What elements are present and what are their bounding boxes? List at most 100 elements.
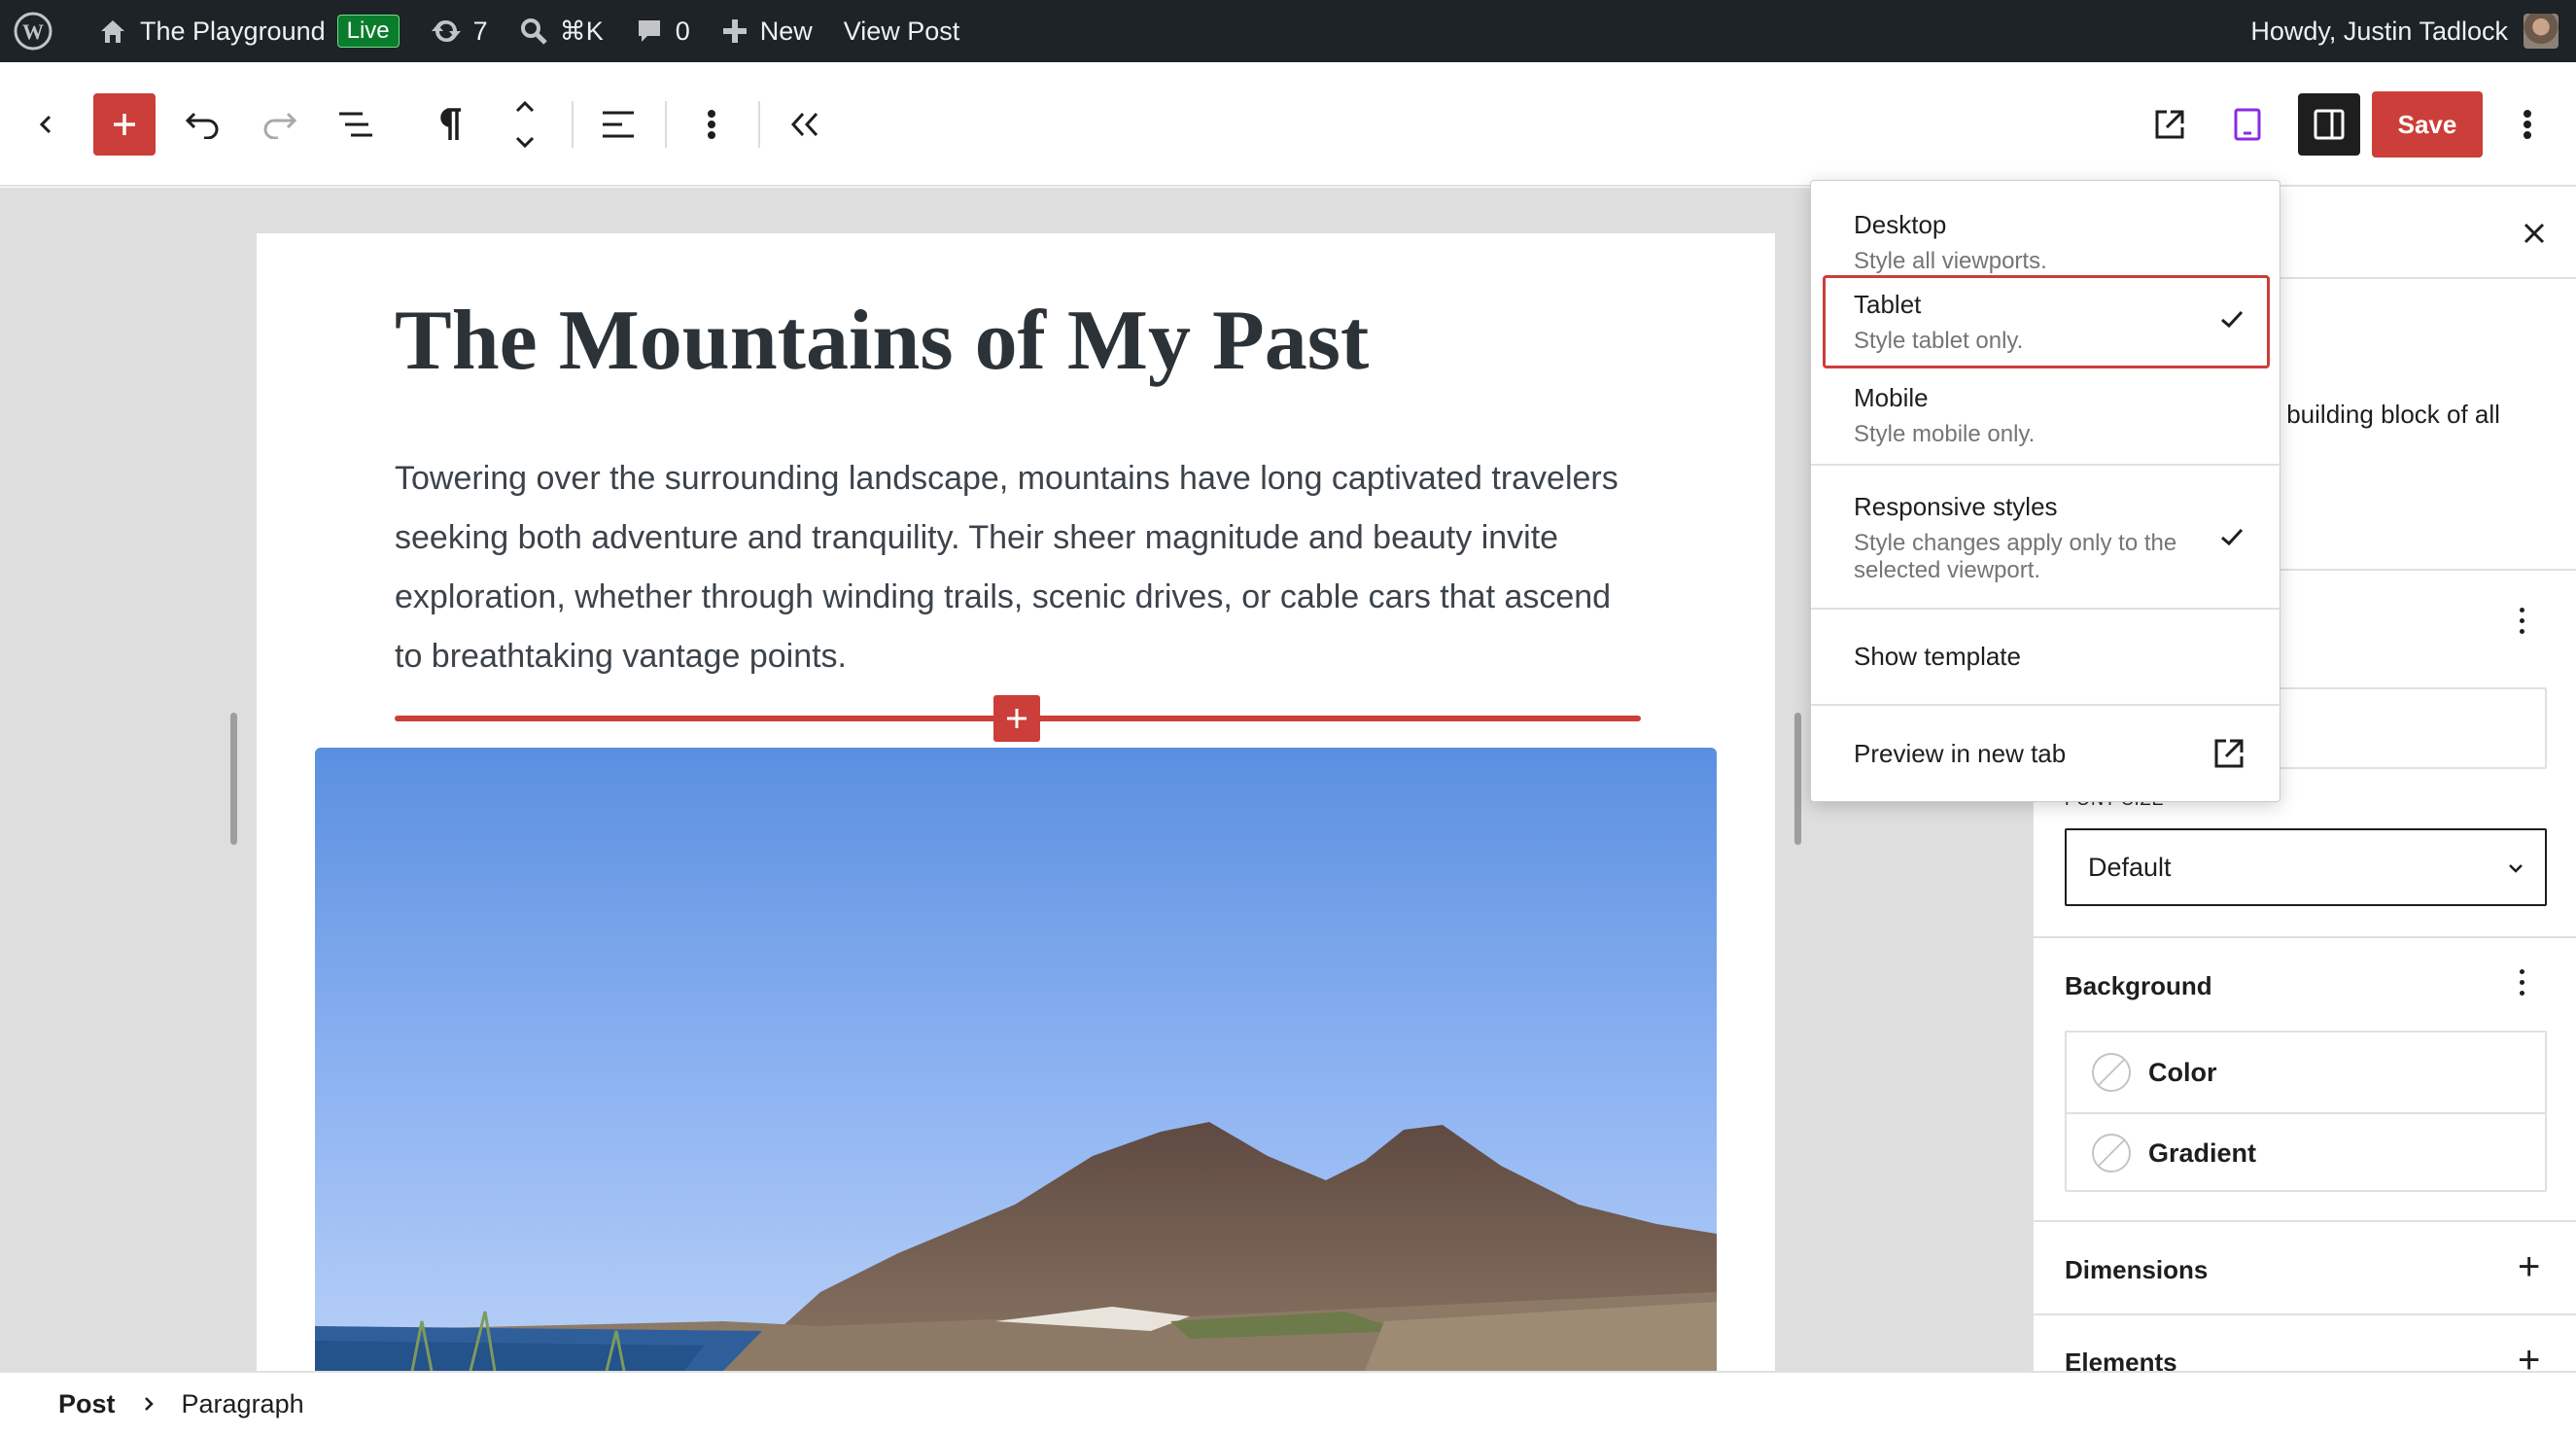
block-breadcrumb: Post Paragraph	[0, 1371, 2576, 1435]
options-menu-button[interactable]	[2508, 101, 2547, 148]
menu-divider	[1811, 464, 2281, 466]
background-gradient-item[interactable]: Gradient	[2067, 1112, 2545, 1192]
block-inserter-button[interactable]	[93, 93, 156, 156]
responsive-label: Responsive styles	[1854, 492, 2058, 521]
font-size-select[interactable]: Default	[2065, 828, 2547, 906]
background-options-list: Color Gradient	[2065, 1031, 2547, 1192]
breadcrumb-paragraph[interactable]: Paragraph	[182, 1389, 304, 1419]
menu-item-tablet[interactable]: Tablet Style tablet only.	[1823, 275, 2270, 368]
external-link-icon	[2155, 110, 2184, 139]
collapse-toolbar-button[interactable]	[782, 101, 828, 148]
my-account-link[interactable]: Howdy, Justin Tadlock	[2250, 0, 2576, 62]
plus-icon	[114, 114, 135, 135]
menu-item-responsive-styles[interactable]: Responsive styles Style changes apply on…	[1823, 482, 2270, 589]
account-greeting: Howdy, Justin Tadlock	[2250, 16, 2508, 46]
menu-divider	[1811, 608, 2281, 610]
plus-icon	[1007, 709, 1027, 728]
view-post-button[interactable]	[2146, 101, 2193, 148]
tablet-icon	[2234, 108, 2261, 141]
site-name-link[interactable]: The Playground Live	[68, 0, 415, 62]
view-post-link[interactable]: View Post	[828, 0, 976, 62]
desktop-description: Style all viewports.	[1854, 248, 2047, 274]
pilcrow-icon	[440, 108, 461, 140]
chevron-down-icon	[2509, 864, 2523, 873]
post-title[interactable]: The Mountains of My Past	[395, 292, 1369, 390]
wordpress-icon: W	[14, 12, 52, 51]
resize-handle-right[interactable]	[1794, 713, 1801, 845]
background-heading: Background	[2065, 971, 2212, 1000]
empty-swatch-icon	[2092, 1053, 2131, 1092]
command-palette-link[interactable]: ⌘K	[504, 0, 619, 62]
mountain-photo	[315, 748, 1717, 1371]
redo-icon	[263, 112, 297, 139]
menu-item-show-template[interactable]: Show template	[1823, 626, 2270, 688]
font-size-value: Default	[2088, 852, 2172, 882]
checkmark-icon	[2221, 310, 2244, 329]
wordpress-logo-button[interactable]: W	[0, 0, 68, 62]
toolbar-divider	[665, 101, 667, 148]
device-preview-menu: Desktop Style all viewports. Tablet Styl…	[1810, 180, 2281, 802]
background-options-icon[interactable]	[2520, 969, 2527, 1001]
save-button[interactable]: Save	[2372, 91, 2483, 158]
dimensions-heading[interactable]: Dimensions	[2065, 1255, 2208, 1285]
panel-divider	[2034, 1220, 2576, 1222]
show-template-label: Show template	[1854, 642, 2021, 671]
align-button[interactable]	[595, 101, 642, 148]
editor-canvas: The Mountains of My Past Towering over t…	[0, 188, 2032, 1371]
resize-handle-left[interactable]	[230, 713, 237, 845]
background-gradient-label: Gradient	[2148, 1138, 2257, 1168]
comments-link[interactable]: 0	[619, 0, 706, 62]
toolbar-divider	[758, 101, 760, 148]
svg-text:W: W	[22, 19, 44, 44]
menu-item-desktop[interactable]: Desktop Style all viewports.	[1823, 200, 2270, 274]
background-color-item[interactable]: Color	[2067, 1032, 2545, 1112]
settings-sidebar-toggle[interactable]	[2298, 93, 2360, 156]
empty-swatch-icon	[2092, 1134, 2131, 1172]
updates-link[interactable]: 7	[415, 0, 504, 62]
elements-heading[interactable]: Elements	[2065, 1348, 2177, 1371]
search-shortcut: ⌘K	[559, 16, 604, 46]
device-preview-button[interactable]	[2224, 101, 2271, 148]
new-label: New	[759, 16, 813, 46]
view-post-label: View Post	[843, 16, 960, 46]
checkmark-icon	[2221, 528, 2244, 546]
post-page: The Mountains of My Past Towering over t…	[257, 233, 1775, 1371]
image-block[interactable]	[315, 748, 1717, 1371]
responsive-description: Style changes apply only to the selected…	[1854, 530, 2177, 583]
site-name: The Playground	[140, 16, 326, 46]
kebab-icon	[2524, 110, 2531, 139]
dimensions-add-icon[interactable]: +	[2518, 1247, 2540, 1286]
chevron-double-left-icon	[790, 112, 818, 137]
new-content-link[interactable]: New	[706, 0, 828, 62]
menu-item-preview-new-tab[interactable]: Preview in new tab	[1823, 723, 2270, 786]
live-badge: Live	[336, 15, 400, 48]
comment-icon	[638, 20, 660, 42]
paragraph-block[interactable]: Towering over the surrounding landscape,…	[395, 449, 1641, 686]
comments-count: 0	[675, 16, 690, 46]
back-button[interactable]	[23, 101, 70, 148]
document-overview-button[interactable]	[332, 101, 379, 148]
elements-add-icon[interactable]: +	[2518, 1341, 2540, 1371]
breadcrumb-post[interactable]: Post	[58, 1389, 116, 1419]
block-description: c building block of all	[2267, 400, 2500, 429]
mobile-description: Style mobile only.	[1854, 421, 2036, 447]
mobile-label: Mobile	[1854, 383, 1929, 412]
panel-divider	[2034, 936, 2576, 938]
admin-bar: W The Playground Live 7 ⌘K 0 New View Po…	[0, 0, 2576, 62]
block-options-button[interactable]	[688, 101, 735, 148]
undo-icon	[185, 112, 219, 139]
inline-inserter-button[interactable]	[993, 695, 1040, 742]
move-block-buttons[interactable]	[502, 91, 548, 158]
editor-toolbar: Save	[0, 62, 2576, 187]
redo-button[interactable]	[257, 101, 303, 148]
close-icon[interactable]	[2520, 219, 2549, 248]
typography-options-icon[interactable]	[2520, 608, 2527, 640]
undo-button[interactable]	[179, 101, 226, 148]
search-icon	[520, 18, 547, 45]
menu-item-mobile[interactable]: Mobile Style mobile only.	[1823, 373, 2270, 447]
home-icon	[101, 20, 124, 43]
tablet-description: Style tablet only.	[1854, 328, 2024, 354]
align-left-icon	[603, 111, 634, 138]
updates-count: 7	[472, 16, 488, 46]
paragraph-block-button[interactable]	[426, 101, 472, 148]
